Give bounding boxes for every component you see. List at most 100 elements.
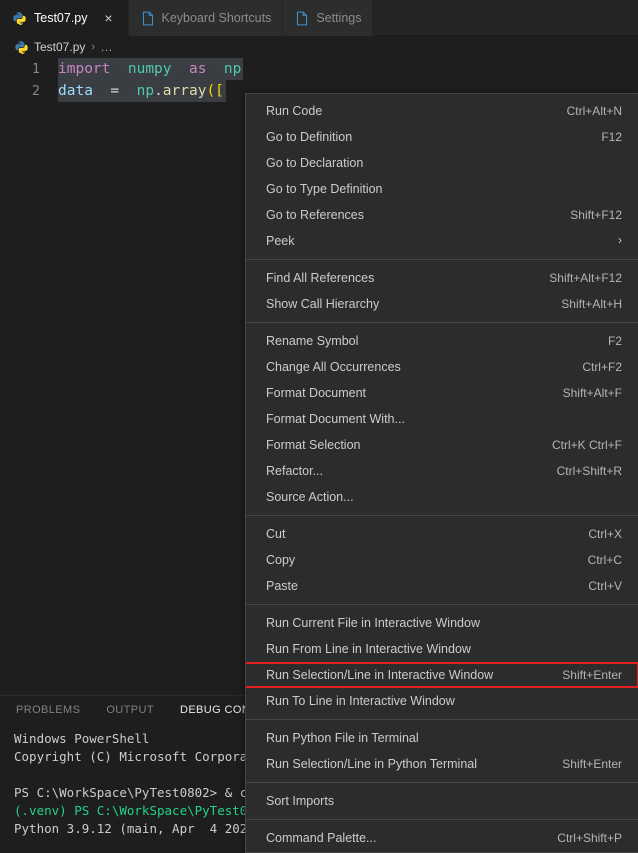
breadcrumb-separator: › (91, 41, 96, 53)
menu-item-label: Go to Definition (266, 130, 353, 144)
menu-item-wrapper: Go to Declaration (246, 150, 638, 176)
menu-item-shortcut: Ctrl+Shift+P (557, 831, 622, 845)
menu-item-paste[interactable]: Paste Ctrl+V (246, 573, 638, 599)
code-line-text[interactable]: data = np.array([ (58, 80, 226, 102)
menu-item-run-selection-line-in-python-terminal[interactable]: Run Selection/Line in Python Terminal Shi… (246, 751, 638, 777)
menu-item-label: Run To Line in Interactive Window (266, 694, 455, 708)
menu-item-label: Sort Imports (266, 794, 335, 808)
menu-separator (246, 259, 638, 260)
menu-item-go-to-references[interactable]: Go to References Shift+F12 (246, 202, 638, 228)
editor-tab-bar: Test07.py × Keyboard Shortcuts Settings (0, 0, 638, 36)
menu-item-format-document[interactable]: Format Document Shift+Alt+F (246, 380, 638, 406)
menu-item-cut[interactable]: Cut Ctrl+X (246, 521, 638, 547)
menu-item-wrapper: Source Action... (246, 484, 638, 510)
menu-item-label: Rename Symbol (266, 334, 359, 348)
menu-item-wrapper: Change All Occurrences Ctrl+F2 (246, 354, 638, 380)
file-icon (295, 11, 309, 26)
menu-item-wrapper: Go to Definition F12 (246, 124, 638, 150)
menu-item-go-to-definition[interactable]: Go to Definition F12 (246, 124, 638, 150)
menu-item-label: Go to Declaration (266, 156, 364, 170)
menu-item-run-current-file-in-interactive-window[interactable]: Run Current File in Interactive Window (246, 610, 638, 636)
menu-item-wrapper: Paste Ctrl+V (246, 573, 638, 599)
menu-item-show-call-hierarchy[interactable]: Show Call Hierarchy Shift+Alt+H (246, 291, 638, 317)
menu-item-wrapper: Cut Ctrl+X (246, 521, 638, 547)
editor-tab-settings[interactable]: Settings (283, 0, 374, 36)
chevron-right-icon: › (618, 233, 622, 247)
code-line[interactable]: 1 import numpy as np (0, 58, 638, 80)
menu-item-label: Change All Occurrences (266, 360, 401, 374)
python-icon (14, 40, 29, 55)
menu-item-wrapper: Go to References Shift+F12 (246, 202, 638, 228)
line-number: 1 (31, 61, 40, 77)
menu-item-wrapper: Peek › (246, 228, 638, 254)
panel-tab-problems[interactable]: PROBLEMS (16, 704, 80, 716)
panel-tab-output[interactable]: OUTPUT (106, 704, 154, 716)
menu-item-label: Source Action... (266, 490, 354, 504)
menu-item-wrapper: Run Python File in Terminal (246, 725, 638, 751)
menu-item-go-to-type-definition[interactable]: Go to Type Definition (246, 176, 638, 202)
menu-item-wrapper: Run Selection/Line in Python Terminal Shi… (246, 751, 638, 777)
menu-item-run-to-line-in-interactive-window[interactable]: Run To Line in Interactive Window (246, 688, 638, 714)
menu-item-shortcut: Ctrl+Alt+N (566, 104, 622, 118)
menu-item-shortcut: Ctrl+X (588, 527, 622, 541)
menu-item-source-action[interactable]: Source Action... (246, 484, 638, 510)
breadcrumb[interactable]: Test07.py › ... (0, 36, 638, 58)
menu-item-peek[interactable]: Peek › (246, 228, 638, 254)
tab-label: Keyboard Shortcuts (161, 10, 272, 25)
editor-context-menu[interactable]: Run Code Ctrl+Alt+N Go to Definition F12 Go … (245, 93, 638, 853)
breadcrumb-file[interactable]: Test07.py (34, 40, 85, 54)
menu-item-wrapper: Run Selection/Line in Interactive Window… (246, 662, 638, 688)
menu-item-shortcut: Ctrl+F2 (582, 360, 622, 374)
menu-item-rename-symbol[interactable]: Rename Symbol F2 (246, 328, 638, 354)
menu-item-shortcut: Ctrl+V (588, 579, 622, 593)
menu-item-run-python-file-in-terminal[interactable]: Run Python File in Terminal (246, 725, 638, 751)
menu-item-sort-imports[interactable]: Sort Imports (246, 788, 638, 814)
menu-item-run-selection-line-in-interactive-window[interactable]: Run Selection/Line in Interactive Window… (246, 662, 638, 688)
tab-label: Settings (316, 10, 362, 25)
menu-item-label: Format Selection (266, 438, 361, 452)
menu-item-command-palette[interactable]: Command Palette... Ctrl+Shift+P (246, 825, 638, 851)
menu-item-find-all-references[interactable]: Find All References Shift+Alt+F12 (246, 265, 638, 291)
menu-item-label: Peek (266, 234, 295, 248)
menu-separator (246, 819, 638, 820)
menu-item-wrapper: Go to Type Definition (246, 176, 638, 202)
menu-item-label: Command Palette... (266, 831, 377, 845)
menu-item-wrapper: Command Palette... Ctrl+Shift+P (246, 825, 638, 851)
menu-item-shortcut: Shift+Alt+F12 (549, 271, 622, 285)
menu-item-wrapper: Format Document With... (246, 406, 638, 432)
file-icon (141, 11, 155, 26)
editor-tab-keyboard-shortcuts[interactable]: Keyboard Shortcuts (128, 0, 284, 36)
menu-item-label: Find All References (266, 271, 375, 285)
menu-item-wrapper: Refactor... Ctrl+Shift+R (246, 458, 638, 484)
menu-item-shortcut: Shift+Enter (562, 668, 622, 682)
close-icon[interactable]: × (101, 10, 117, 26)
menu-separator (246, 719, 638, 720)
menu-item-go-to-declaration[interactable]: Go to Declaration (246, 150, 638, 176)
menu-item-label: Format Document (266, 386, 367, 400)
menu-item-refactor[interactable]: Refactor... Ctrl+Shift+R (246, 458, 638, 484)
menu-item-wrapper: Run To Line in Interactive Window (246, 688, 638, 714)
breadcrumb-overflow[interactable]: ... (101, 40, 113, 54)
menu-item-shortcut: Shift+Alt+H (561, 297, 622, 311)
editor-tab-test07-py[interactable]: Test07.py × (0, 0, 129, 36)
menu-item-format-selection[interactable]: Format Selection Ctrl+K Ctrl+F (246, 432, 638, 458)
menu-item-label: Refactor... (266, 464, 323, 478)
menu-item-label: Format Document With... (266, 412, 405, 426)
menu-item-format-document-with[interactable]: Format Document With... (246, 406, 638, 432)
menu-separator (246, 604, 638, 605)
menu-item-label: Cut (266, 527, 286, 541)
menu-item-wrapper: Find All References Shift+Alt+F12 (246, 265, 638, 291)
menu-item-label: Run From Line in Interactive Window (266, 642, 471, 656)
vscode-window: Test07.py × Keyboard Shortcuts Settings Tes… (0, 0, 638, 853)
menu-item-wrapper: Format Selection Ctrl+K Ctrl+F (246, 432, 638, 458)
menu-item-run-code[interactable]: Run Code Ctrl+Alt+N (246, 98, 638, 124)
menu-item-wrapper: Run Code Ctrl+Alt+N (246, 98, 638, 124)
menu-item-run-from-line-in-interactive-window[interactable]: Run From Line in Interactive Window (246, 636, 638, 662)
menu-item-wrapper: Copy Ctrl+C (246, 547, 638, 573)
menu-item-copy[interactable]: Copy Ctrl+C (246, 547, 638, 573)
menu-item-change-all-occurrences[interactable]: Change All Occurrences Ctrl+F2 (246, 354, 638, 380)
code-line-text[interactable]: import numpy as np (58, 58, 244, 80)
menu-item-wrapper: Show Call Hierarchy Shift+Alt+H (246, 291, 638, 317)
menu-item-wrapper: Format Document Shift+Alt+F (246, 380, 638, 406)
menu-item-shortcut: Ctrl+C (587, 553, 622, 567)
